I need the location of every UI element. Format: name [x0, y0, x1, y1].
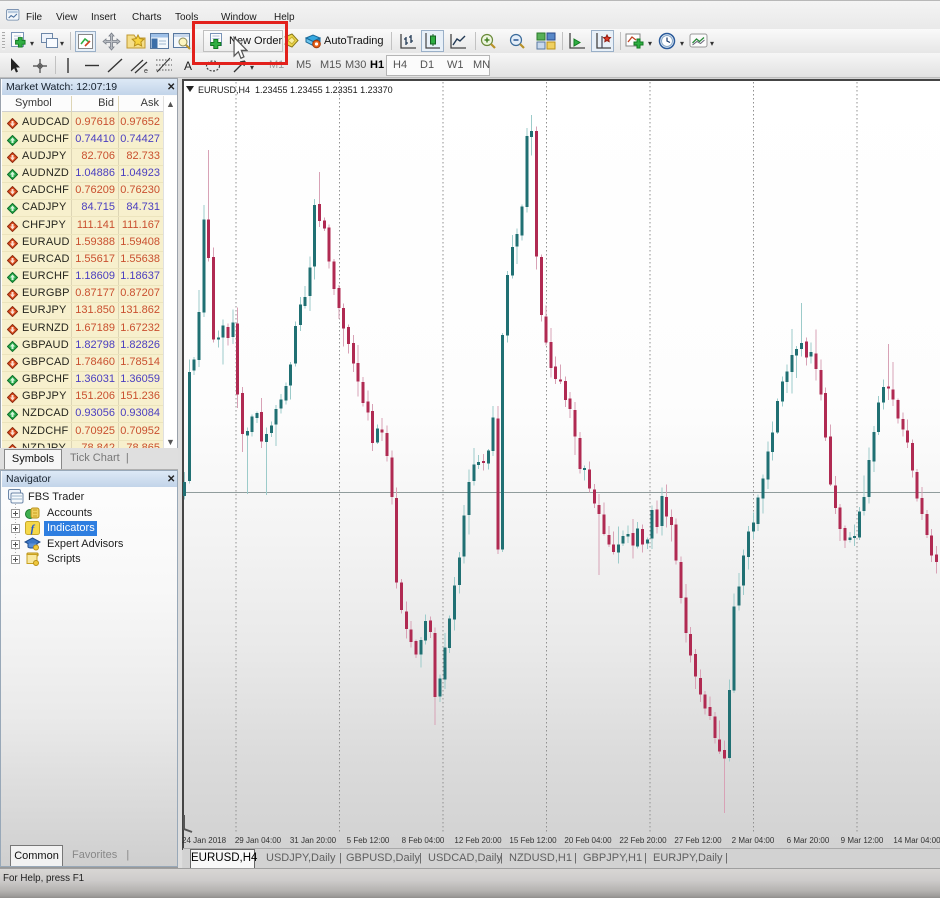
svg-text:15 Feb 12:00: 15 Feb 12:00	[509, 836, 557, 845]
svg-text:2 Mar 04:00: 2 Mar 04:00	[732, 836, 775, 845]
svg-text:e: e	[144, 68, 148, 74]
svg-text:5 Feb 12:00: 5 Feb 12:00	[347, 836, 390, 845]
svg-text:14 Mar 04:00: 14 Mar 04:00	[893, 836, 940, 845]
svg-text:6 Mar 20:00: 6 Mar 20:00	[787, 836, 830, 845]
svg-text:27 Feb 12:00: 27 Feb 12:00	[674, 836, 722, 845]
svg-text:9 Mar 12:00: 9 Mar 12:00	[841, 836, 884, 845]
svg-text:31 Jan 20:00: 31 Jan 20:00	[290, 836, 337, 845]
svg-text:22 Feb 20:00: 22 Feb 20:00	[619, 836, 667, 845]
svg-text:12 Feb 20:00: 12 Feb 20:00	[454, 836, 502, 845]
svg-text:20 Feb 04:00: 20 Feb 04:00	[564, 836, 612, 845]
svg-text:29 Jan 04:00: 29 Jan 04:00	[235, 836, 282, 845]
svg-text:8 Feb 04:00: 8 Feb 04:00	[402, 836, 445, 845]
svg-text:24 Jan 2018: 24 Jan 2018	[182, 836, 227, 845]
